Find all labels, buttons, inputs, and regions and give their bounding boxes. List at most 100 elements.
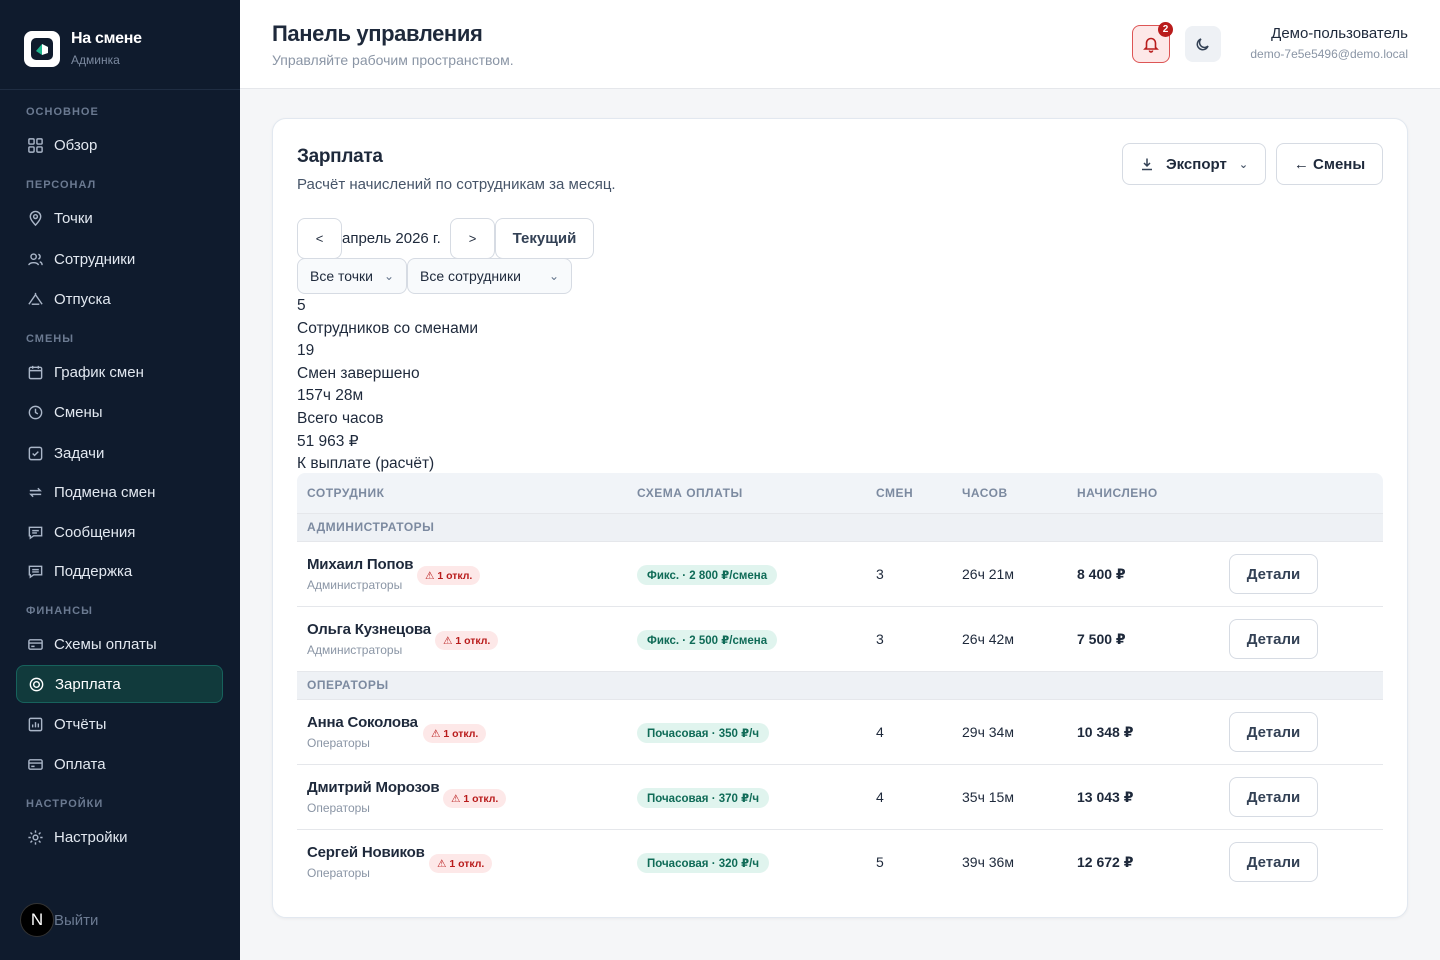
hours: 29ч 34м xyxy=(962,724,1014,740)
sidebar-item-label: Отчёты xyxy=(54,715,107,733)
employee-name: Ольга Кузнецова xyxy=(307,621,431,638)
sidebar-item-shifts[interactable]: Смены xyxy=(16,393,223,431)
column-header: ЧАСОВ xyxy=(962,486,1008,500)
card-title: Зарплата xyxy=(297,146,383,167)
page-title: Панель управления xyxy=(272,21,483,46)
user-email: demo-7e5e5496@demo.local xyxy=(1250,47,1408,61)
points-filter-select[interactable]: Все точки ⌄ xyxy=(297,258,407,294)
accrued: 10 348 ₽ xyxy=(1077,724,1134,740)
sidebar-item-label: Настройки xyxy=(54,828,128,846)
sidebar-item-label: Смены xyxy=(54,403,103,421)
details-button[interactable]: Детали xyxy=(1229,619,1318,659)
next-month-button[interactable]: > xyxy=(450,218,495,259)
wallet-icon xyxy=(26,755,44,773)
sidebar: На смене Админка ОСНОВНОЕ Обзор ПЕРСОНАЛ… xyxy=(0,0,240,960)
pay-scheme-badge: Почасовая · 370 ₽/ч xyxy=(637,788,769,808)
table-row: Анна Соколова Операторы ⚠ 1 откл. Почасо… xyxy=(297,700,1383,765)
clock-icon xyxy=(26,403,44,421)
back-to-shifts-button[interactable]: ← Смены xyxy=(1276,143,1383,185)
prev-month-button[interactable]: < xyxy=(297,218,342,259)
sidebar-item-label: Точки xyxy=(54,209,93,227)
hours: 26ч 21м xyxy=(962,566,1014,582)
details-button[interactable]: Детали xyxy=(1229,777,1318,817)
pay-scheme-badge: Почасовая · 320 ₽/ч xyxy=(637,853,769,873)
employee-group: Операторы xyxy=(307,801,370,815)
bell-icon xyxy=(1143,37,1159,53)
checkbox-icon xyxy=(26,444,44,462)
sidebar-item-messages[interactable]: Сообщения xyxy=(16,513,223,551)
sidebar-item-salary[interactable]: Зарплата xyxy=(16,665,223,703)
deviation-badge: ⚠ 1 откл. xyxy=(417,566,481,585)
sidebar-item-pay-schemes[interactable]: Схемы оплаты xyxy=(16,625,223,663)
group-header: ОПЕРАТОРЫ xyxy=(297,672,1383,700)
stat-label: Сотрудников со сменами xyxy=(297,319,479,337)
details-button[interactable]: Детали xyxy=(1229,842,1318,882)
sidebar-item-label: Задачи xyxy=(54,444,105,462)
avatar: N xyxy=(20,903,54,937)
sidebar-item-label: Поддержка xyxy=(54,562,133,580)
deviation-badge: ⚠ 1 откл. xyxy=(429,854,493,873)
group-name: ОПЕРАТОРЫ xyxy=(307,678,389,692)
download-icon xyxy=(1141,158,1152,171)
employee-name: Михаил Попов xyxy=(307,556,414,573)
calendar-icon xyxy=(26,363,44,381)
table-row: Ольга Кузнецова Администраторы ⚠ 1 откл.… xyxy=(297,607,1383,672)
details-button[interactable]: Детали xyxy=(1229,712,1318,752)
sidebar-item-label: График смен xyxy=(54,363,144,381)
details-button[interactable]: Детали xyxy=(1229,554,1318,594)
employee-name: Анна Соколова xyxy=(307,714,418,731)
table-row: Сергей Новиков Операторы ⚠ 1 откл. Почас… xyxy=(297,830,1383,895)
sidebar-item-vacations[interactable]: Отпуска xyxy=(16,280,223,318)
theme-toggle-button[interactable] xyxy=(1185,26,1221,62)
employees-filter-select[interactable]: Все сотрудники ⌄ xyxy=(407,258,572,294)
notification-badge: 2 xyxy=(1158,22,1173,37)
column-header: СОТРУДНИК xyxy=(307,486,385,500)
notifications-button[interactable]: 2 xyxy=(1132,22,1173,63)
sidebar-item-reports[interactable]: Отчёты xyxy=(16,705,223,743)
column-header: СМЕН xyxy=(876,486,914,500)
user-name[interactable]: Демо-пользователь xyxy=(1271,25,1408,42)
column-header: НАЧИСЛЕНО xyxy=(1077,486,1158,500)
page-subtitle: Управляйте рабочим пространством. xyxy=(272,52,514,68)
export-label: Экспорт xyxy=(1165,155,1227,173)
sidebar-divider xyxy=(0,89,240,90)
grid-icon xyxy=(26,136,44,154)
current-month-button[interactable]: Текущий xyxy=(495,218,594,259)
section-settings: НАСТРОЙКИ xyxy=(26,798,104,810)
stat-value: 51 963 ₽ xyxy=(297,432,359,450)
salary-card: Зарплата Расчёт начислений по сотрудника… xyxy=(272,118,1408,918)
shifts-count: 3 xyxy=(876,566,884,582)
deviation-badge: ⚠ 1 откл. xyxy=(423,724,487,743)
logout-button[interactable]: N Выйти xyxy=(20,903,98,937)
employee-name: Сергей Новиков xyxy=(307,844,425,861)
column-header: СХЕМА ОПЛАТЫ xyxy=(637,486,743,500)
sidebar-item-swaps[interactable]: Подмена смен xyxy=(16,473,223,511)
sidebar-item-support[interactable]: Поддержка xyxy=(16,552,223,590)
moon-icon xyxy=(1196,38,1209,51)
swap-icon xyxy=(26,483,44,501)
sidebar-item-label: Сообщения xyxy=(54,523,136,541)
shifts-count: 4 xyxy=(876,724,884,740)
sidebar-item-overview[interactable]: Обзор xyxy=(16,126,223,164)
accrued: 12 672 ₽ xyxy=(1077,854,1134,870)
sidebar-item-payment[interactable]: Оплата xyxy=(16,745,223,783)
sidebar-item-label: Оплата xyxy=(54,755,106,773)
payroll-table: СОТРУДНИК СХЕМА ОПЛАТЫ СМЕН ЧАСОВ НАЧИСЛ… xyxy=(297,473,1383,895)
section-staff: ПЕРСОНАЛ xyxy=(26,179,97,191)
export-button[interactable]: Экспорт ⌄ xyxy=(1122,143,1266,185)
sidebar-item-label: Зарплата xyxy=(55,675,121,693)
hours: 26ч 42м xyxy=(962,631,1014,647)
employee-group: Администраторы xyxy=(307,643,403,657)
employee-name: Дмитрий Морозов xyxy=(307,779,440,796)
brand-subtitle: Админка xyxy=(71,53,120,67)
sidebar-item-label: Отпуска xyxy=(54,290,111,308)
sidebar-item-schedule[interactable]: График смен xyxy=(16,353,223,391)
sidebar-item-tasks[interactable]: Задачи xyxy=(16,434,223,472)
brand[interactable]: На смене Админка xyxy=(24,30,142,67)
points-filter-value: Все точки xyxy=(310,268,373,284)
sidebar-item-employees[interactable]: Сотрудники xyxy=(16,240,223,278)
sidebar-item-points[interactable]: Точки xyxy=(16,199,223,237)
table-row: Михаил Попов Администраторы ⚠ 1 откл. Фи… xyxy=(297,542,1383,607)
sidebar-item-settings[interactable]: Настройки xyxy=(16,818,223,856)
chevron-down-icon: ⌄ xyxy=(1238,158,1249,171)
